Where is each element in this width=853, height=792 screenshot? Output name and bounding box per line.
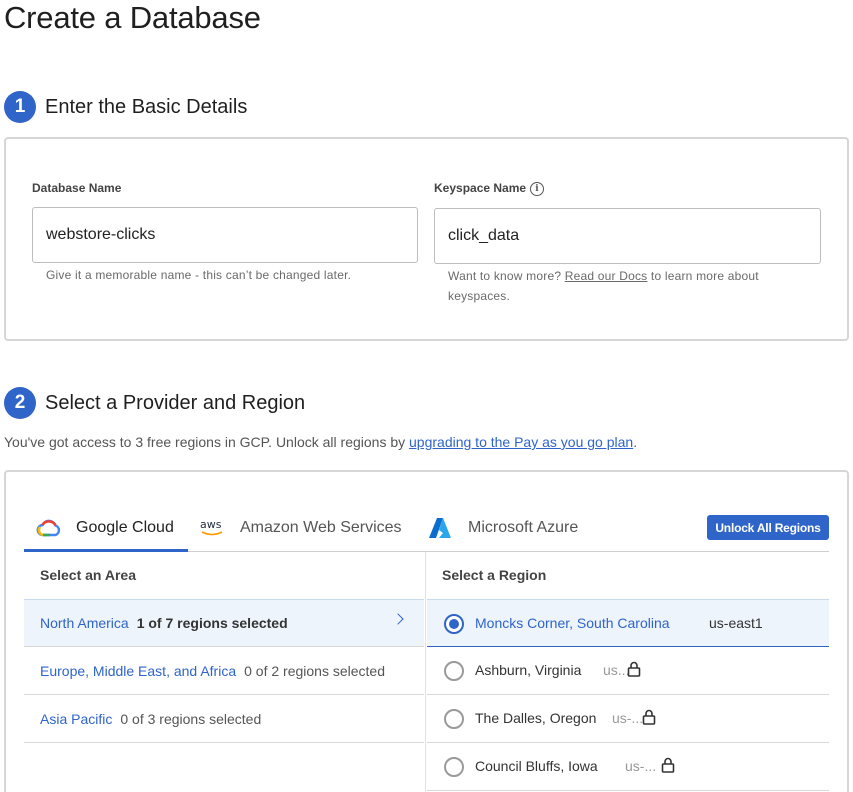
region-code: us-east1	[709, 615, 763, 631]
keyspace-name-input[interactable]	[434, 208, 821, 264]
region-name: Ashburn, Virginia	[475, 662, 582, 678]
region-item[interactable]: Moncks Corner, South Carolina us-east1	[427, 599, 829, 647]
region-code: us...	[603, 662, 630, 678]
region-name: Moncks Corner, South Carolina	[475, 615, 670, 631]
area-item-north-america[interactable]: North America 1 of 7 regions selected	[24, 599, 424, 647]
step-2-header: 2 Select a Provider and Region	[4, 387, 305, 419]
area-name: Asia Pacific	[40, 710, 113, 727]
tab-label: Microsoft Azure	[468, 519, 579, 536]
region-radio[interactable]	[444, 614, 464, 634]
area-item-asia-pacific[interactable]: Asia Pacific 0 of 3 regions selected	[24, 695, 424, 743]
column-divider	[425, 552, 426, 792]
info-icon[interactable]: i	[530, 182, 544, 196]
free-regions-notice: You've got access to 3 free regions in G…	[4, 434, 637, 450]
lock-icon	[661, 757, 675, 773]
area-column-header: Select an Area	[40, 567, 136, 583]
lock-icon	[642, 709, 656, 725]
region-radio[interactable]	[444, 661, 464, 681]
area-item-emea[interactable]: Europe, Middle East, and Africa 0 of 2 r…	[24, 647, 424, 695]
region-item[interactable]: Ashburn, Virginia us...	[427, 647, 829, 695]
step-title: Select a Provider and Region	[45, 391, 306, 414]
region-name: The Dalles, Oregon	[475, 710, 597, 726]
tab-label: Amazon Web Services	[240, 519, 402, 536]
area-name: Europe, Middle East, and Africa	[40, 662, 237, 679]
page-title: Create a Database	[4, 0, 261, 35]
google-cloud-icon	[36, 519, 61, 537]
lock-icon	[627, 661, 641, 677]
region-code: us-...	[612, 710, 644, 726]
region-column-header: Select a Region	[442, 567, 547, 583]
area-count: 1 of 7 regions selected	[136, 615, 288, 631]
tab-google-cloud[interactable]: Google Cloud	[36, 505, 174, 551]
azure-icon	[429, 518, 451, 538]
region-name: Council Bluffs, Iowa	[475, 758, 598, 774]
keyspace-helper-text: Want to know more?	[448, 269, 565, 283]
tab-amazon-web-services[interactable]: aws Amazon Web Services	[200, 505, 402, 551]
step-number: 2	[4, 387, 36, 419]
database-name-input[interactable]	[32, 207, 418, 263]
database-name-label: Database Name	[32, 181, 122, 195]
free-regions-period: .	[633, 434, 638, 450]
step-title: Enter the Basic Details	[45, 95, 248, 118]
basic-details-card: Database Name Give it a memorable name -…	[4, 137, 849, 341]
region-item[interactable]: The Dalles, Oregon us-...	[427, 695, 829, 743]
aws-icon: aws	[200, 518, 226, 538]
region-item[interactable]: Council Bluffs, Iowa us-...	[427, 743, 829, 791]
area-name: North America	[40, 615, 129, 631]
step-1-header: 1 Enter the Basic Details	[4, 91, 247, 123]
region-radio[interactable]	[444, 709, 464, 729]
read-docs-link[interactable]: Read our Docs	[565, 269, 648, 283]
database-name-helper: Give it a memorable name - this can’t be…	[46, 268, 352, 282]
active-tab-indicator	[24, 549, 188, 552]
region-code: us-...	[625, 758, 657, 774]
chevron-right-icon	[392, 613, 404, 625]
keyspace-helper: Want to know more? Read our Docs to lear…	[448, 266, 788, 306]
tab-microsoft-azure[interactable]: Microsoft Azure	[428, 505, 578, 551]
area-count: 0 of 3 regions selected	[120, 710, 262, 727]
area-count: 0 of 2 regions selected	[244, 662, 385, 679]
free-regions-text: You've got access to 3 free regions in G…	[4, 434, 410, 450]
region-radio[interactable]	[444, 757, 464, 777]
upgrade-plan-link[interactable]: upgrading to the Pay as you go plan	[409, 434, 633, 450]
tab-label: Google Cloud	[76, 519, 174, 536]
keyspace-name-label: Keyspace Name	[434, 181, 527, 195]
unlock-all-regions-button[interactable]: Unlock All Regions	[707, 515, 829, 540]
step-number: 1	[4, 91, 36, 123]
